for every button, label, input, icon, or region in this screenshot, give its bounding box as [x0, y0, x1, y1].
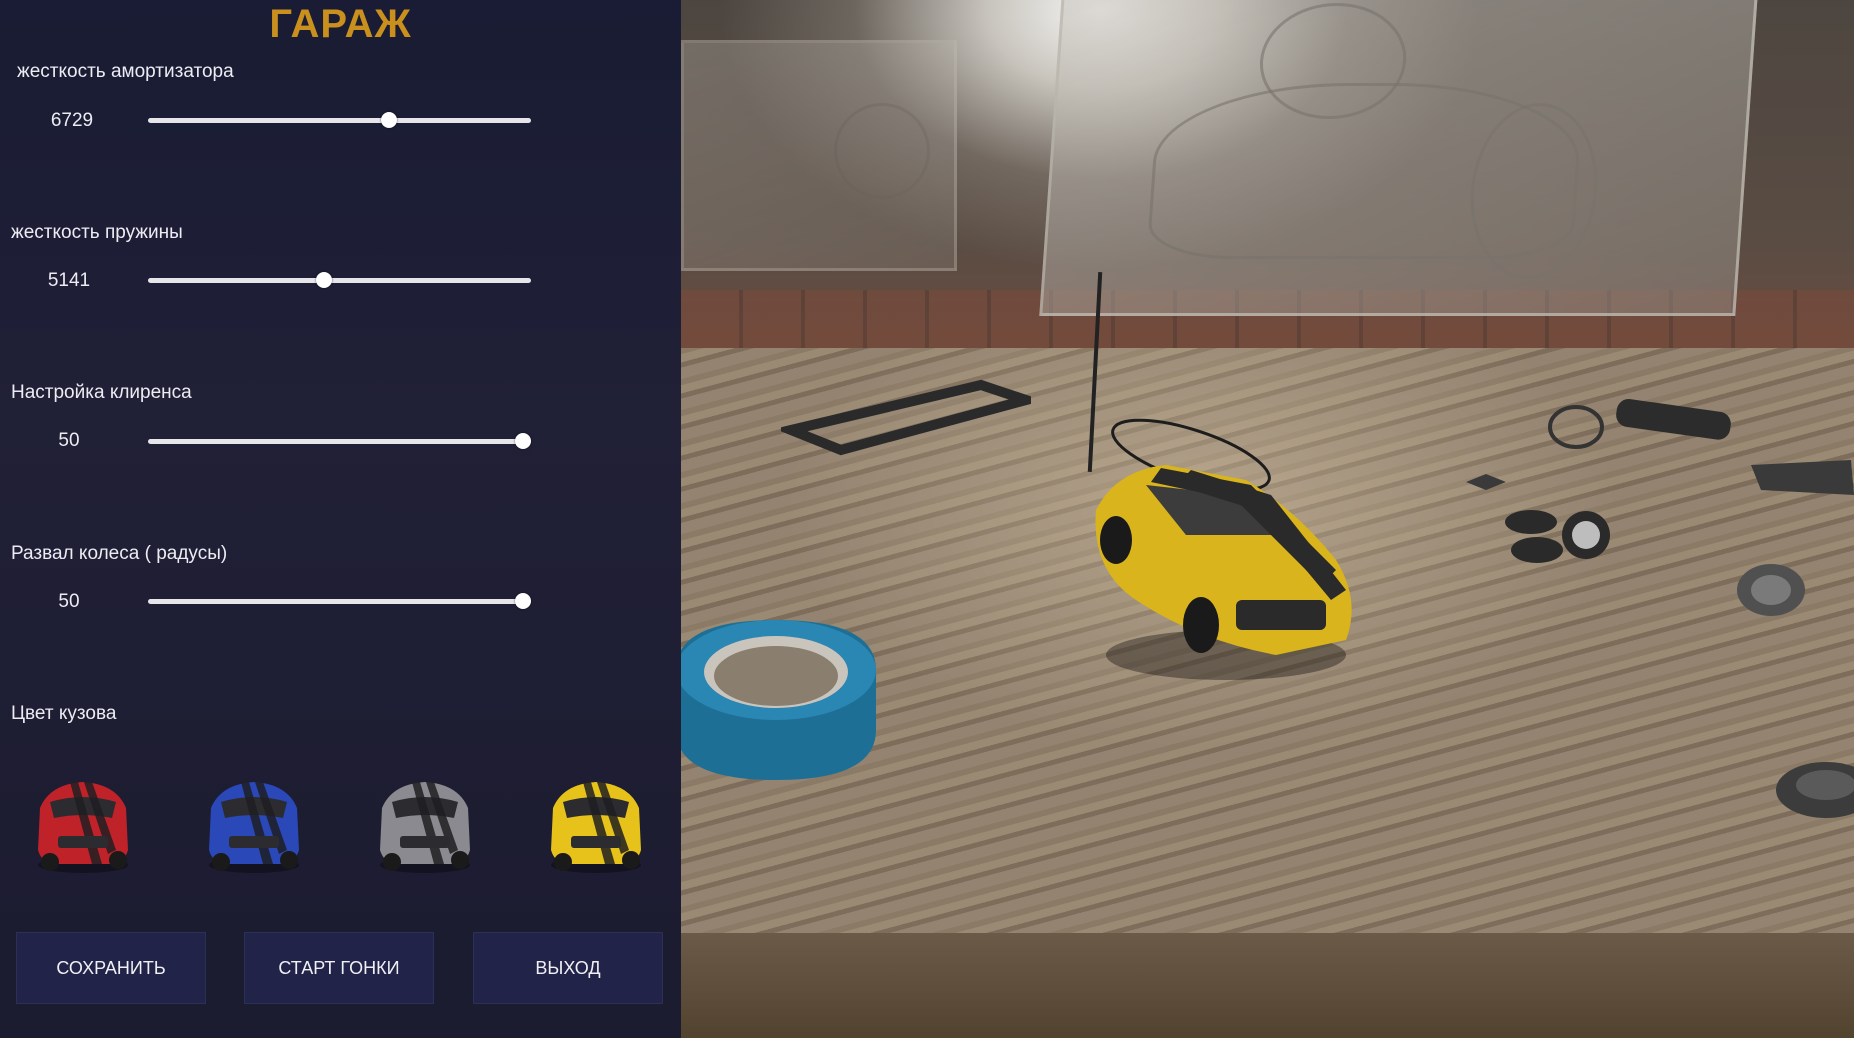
garage-3d-scene — [681, 0, 1854, 1038]
save-button[interactable]: СОХРАНИТЬ — [16, 932, 206, 1004]
body-color-label: Цвет кузова — [11, 703, 117, 724]
shock-stiffness-slider[interactable] — [148, 108, 531, 132]
color-swatch-blue[interactable] — [199, 770, 309, 880]
exit-button[interactable]: ВЫХОД — [473, 932, 663, 1004]
wall-poster-small — [681, 40, 957, 271]
garage-settings-panel: ГАРАЖ жесткость амортизатора 6729 жестко… — [0, 0, 681, 1038]
shock-stiffness-value: 6729 — [50, 110, 94, 131]
color-swatch-gray[interactable] — [370, 770, 480, 880]
slider-track — [148, 278, 531, 283]
loose-wheel-edge — [1776, 762, 1854, 818]
spare-wheels — [1505, 510, 1610, 563]
camber-slider[interactable] — [148, 589, 532, 613]
shock-stiffness-label: жесткость амортизатора — [17, 61, 234, 82]
small-block-part — [1466, 474, 1506, 490]
slider-thumb[interactable] — [515, 433, 532, 449]
slider-track — [148, 118, 531, 123]
clearance-value: 50 — [58, 430, 80, 451]
car-swatch-icon — [380, 782, 470, 873]
clearance-label: Настройка клиренса — [11, 382, 192, 403]
slider-track — [148, 439, 531, 444]
color-swatch-red[interactable] — [28, 770, 138, 880]
spring-stiffness-slider[interactable] — [148, 268, 531, 292]
slider-thumb[interactable] — [316, 272, 333, 288]
grip-tube-part — [1616, 399, 1731, 440]
car-swatch-icon — [209, 782, 299, 873]
color-swatch-yellow[interactable] — [541, 770, 651, 880]
clearance-slider[interactable] — [148, 429, 532, 453]
camber-value: 50 — [58, 591, 80, 612]
start-race-button[interactable]: СТАРТ ГОНКИ — [244, 932, 434, 1004]
loose-wheel-right — [1737, 564, 1805, 616]
slider-thumb[interactable] — [515, 593, 532, 609]
slider-track — [148, 599, 531, 604]
steering-wheel-part — [1548, 405, 1604, 449]
chassis-frame-part — [781, 379, 1031, 456]
blue-tape-roll — [681, 620, 876, 780]
car-swatch-icon — [551, 782, 641, 873]
right-edge-part — [1751, 460, 1854, 495]
workbench-edge — [681, 933, 1854, 1038]
camber-label: Развал колеса ( радусы) — [11, 543, 228, 564]
spring-stiffness-label: жесткость пружины — [11, 222, 183, 243]
spring-stiffness-value: 5141 — [47, 270, 91, 291]
slider-thumb[interactable] — [381, 112, 398, 128]
garage-title: ГАРАЖ — [269, 2, 412, 46]
car-swatch-icon — [38, 782, 128, 873]
wall-poster-car-sketch — [1039, 0, 1759, 316]
rc-car-model — [1095, 465, 1352, 680]
